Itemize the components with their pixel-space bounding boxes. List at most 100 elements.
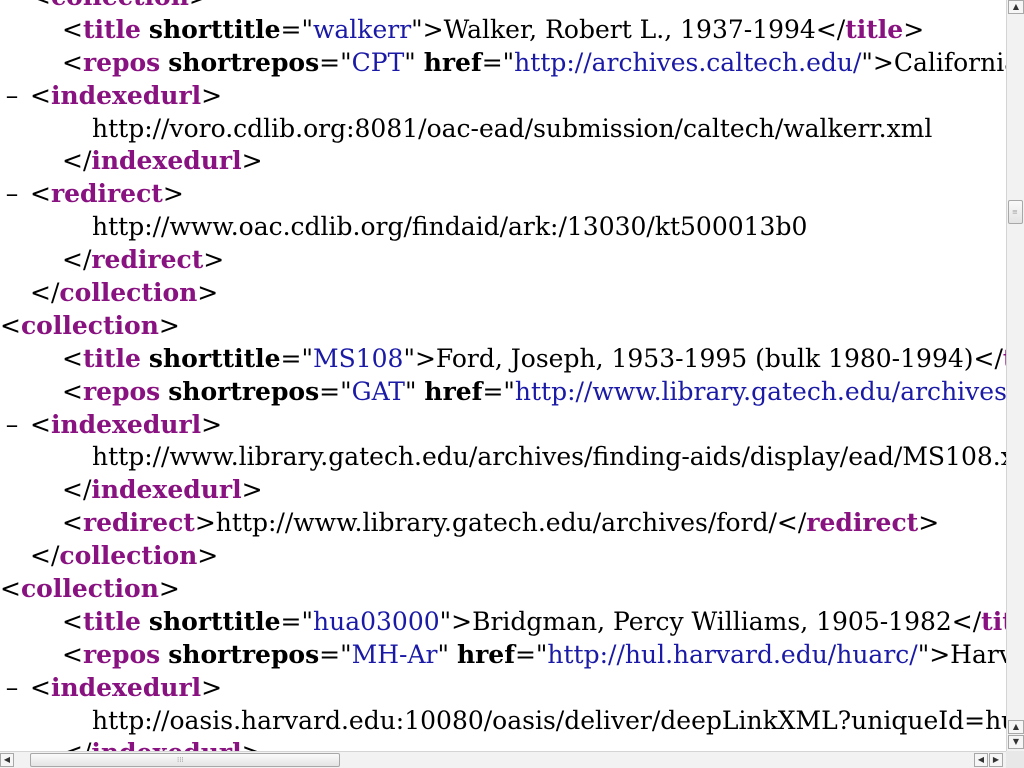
- xml-text: =": [280, 606, 313, 636]
- attribute-value: http://archives.caltech.edu/: [514, 47, 862, 77]
- xml-line-content: <indexedurl>: [30, 80, 222, 113]
- xml-text: ">Walker, Robert L., 1937-1994</: [411, 14, 846, 44]
- collapse-toggle[interactable]: –: [2, 672, 22, 705]
- attribute-value: walkerr: [313, 14, 412, 44]
- xml-text: =": [319, 639, 352, 669]
- xml-text: ">California: [861, 47, 1006, 77]
- collapse-toggle[interactable]: –: [2, 178, 22, 211]
- xml-text: <: [62, 343, 83, 373]
- xml-line-content: </indexedurl>: [62, 474, 263, 507]
- scrollbar-corner: [1006, 751, 1024, 768]
- tag-name: indexedurl: [91, 146, 242, 176]
- xml-line-content: <repos shortrepos="GAT" href="http://www…: [62, 376, 1006, 409]
- attribute-name: href: [423, 47, 482, 77]
- up-arrow-icon: ▲: [1012, 722, 1020, 731]
- tag-name: repos: [82, 376, 161, 406]
- tag-name: title: [82, 606, 141, 636]
- xml-text: <: [62, 47, 83, 77]
- xml-text: [141, 607, 149, 636]
- xml-text: >: [241, 146, 263, 176]
- xml-text: <: [30, 179, 51, 209]
- xml-text: >: [918, 508, 940, 538]
- xml-text: =": [481, 47, 515, 77]
- scroll-left-button[interactable]: ◀: [0, 753, 14, 767]
- xml-line-content: http://www.oac.cdlib.org/findaid/ark:/13…: [92, 211, 807, 244]
- xml-line-content: <repos shortrepos="CPT" href="http://arc…: [62, 47, 1006, 80]
- xml-text: </: [62, 738, 91, 751]
- xml-line-content: </collection>: [30, 277, 218, 310]
- attribute-name: shortrepos: [168, 47, 320, 77]
- tag-name: collection: [20, 310, 159, 340]
- xml-text: =": [280, 14, 313, 44]
- xml-text: <: [30, 80, 51, 110]
- attribute-value: CPT: [351, 47, 405, 77]
- tag-name: collection: [59, 541, 198, 571]
- xml-text: >: [241, 475, 263, 505]
- xml-line-content: <indexedurl>: [30, 409, 222, 442]
- up-arrow-icon: ▲: [1012, 2, 1020, 11]
- tag-name: indexedurl: [50, 672, 202, 702]
- horizontal-scrollbar[interactable]: ◀ ⁞⁞⁞ ◀ ▶: [0, 751, 1006, 768]
- xml-text: <: [62, 376, 83, 406]
- xml-text: http://oasis.harvard.edu:10080/oasis/del…: [92, 705, 1006, 735]
- down-arrow-icon: ▼: [1012, 737, 1020, 746]
- scroll-down-button[interactable]: ▼: [1008, 735, 1024, 749]
- collapse-toggle[interactable]: –: [2, 80, 22, 113]
- xml-text: >: [201, 672, 223, 702]
- xml-text: ">Harvard: [917, 639, 1006, 669]
- xml-text: =": [319, 47, 352, 77]
- xml-text: http://www.library.gatech.edu/archives/f…: [92, 442, 1006, 472]
- xml-text: >: [203, 245, 225, 275]
- xml-text: ">Bridgman, Percy Williams, 1905-1982</: [439, 606, 982, 636]
- xml-text: ": [404, 376, 425, 406]
- vertical-scroll-thumb[interactable]: ≡: [1008, 200, 1023, 224]
- scroll-right-button[interactable]: ▶: [989, 753, 1003, 767]
- xml-line-content: http://voro.cdlib.org:8081/oac-ead/submi…: [92, 113, 932, 146]
- xml-document-viewer: <collection><title shorttitle="walkerr">…: [0, 0, 1006, 751]
- xml-text: </: [62, 475, 92, 505]
- xml-line-content: </indexedurl>: [62, 737, 263, 751]
- scroll-left-button-right[interactable]: ◀: [974, 753, 988, 767]
- xml-text: <: [62, 606, 83, 636]
- tag-name: collection: [59, 278, 198, 308]
- tag-name: repos: [82, 47, 161, 77]
- xml-line-content: <collection>: [30, 0, 210, 14]
- xml-line-content: <title shorttitle="hua03000">Bridgman, P…: [62, 606, 1006, 639]
- tag-name: redirect: [91, 245, 204, 275]
- attribute-value: http://hul.harvard.edu/huarc/: [547, 639, 918, 669]
- grip-icon: ⁞⁞⁞: [177, 756, 184, 764]
- xml-line-content: <title shorttitle="MS108">Ford, Joseph, …: [62, 343, 1006, 376]
- xml-line-content: <title shorttitle="walkerr">Walker, Robe…: [62, 14, 924, 47]
- xml-text: <: [30, 409, 51, 439]
- scroll-up-button-lower[interactable]: ▲: [1008, 720, 1024, 734]
- scroll-up-button[interactable]: ▲: [1008, 0, 1024, 14]
- vertical-scrollbar[interactable]: ▲ ≡ ▲ ▼: [1006, 0, 1024, 751]
- xml-text: >: [197, 541, 219, 571]
- xml-text: http://voro.cdlib.org:8081/oac-ead/submi…: [92, 113, 933, 143]
- xml-text: <: [30, 0, 51, 11]
- attribute-name: shorttitle: [148, 14, 281, 44]
- xml-text: =": [514, 639, 548, 669]
- xml-text: >: [201, 409, 223, 439]
- xml-text: <: [62, 14, 83, 44]
- attribute-value: MH-Ar: [351, 639, 438, 669]
- attribute-value: hua03000: [313, 606, 440, 636]
- xml-text: <: [0, 310, 21, 340]
- tag-name: redirect: [50, 179, 163, 209]
- xml-text: >: [162, 179, 184, 209]
- xml-text: >: [189, 0, 210, 11]
- xml-text: <: [62, 508, 83, 538]
- xml-text: >http://www.library.gatech.edu/archives/…: [194, 508, 807, 538]
- tag-name: redirect: [806, 508, 919, 538]
- horizontal-scroll-thumb[interactable]: ⁞⁞⁞: [30, 753, 340, 767]
- xml-line-content: </indexedurl>: [62, 145, 263, 178]
- xml-text: <: [30, 672, 51, 702]
- left-arrow-icon: ◀: [3, 755, 11, 764]
- xml-line-content: <collection>: [0, 573, 180, 606]
- xml-text: ": [437, 639, 457, 669]
- xml-text: http://www.oac.cdlib.org/findaid/ark:/13…: [92, 212, 808, 242]
- tag-name: title: [82, 343, 141, 373]
- tag-name: indexedurl: [91, 475, 242, 505]
- tag-name: collection: [20, 574, 159, 604]
- collapse-toggle[interactable]: –: [2, 409, 22, 442]
